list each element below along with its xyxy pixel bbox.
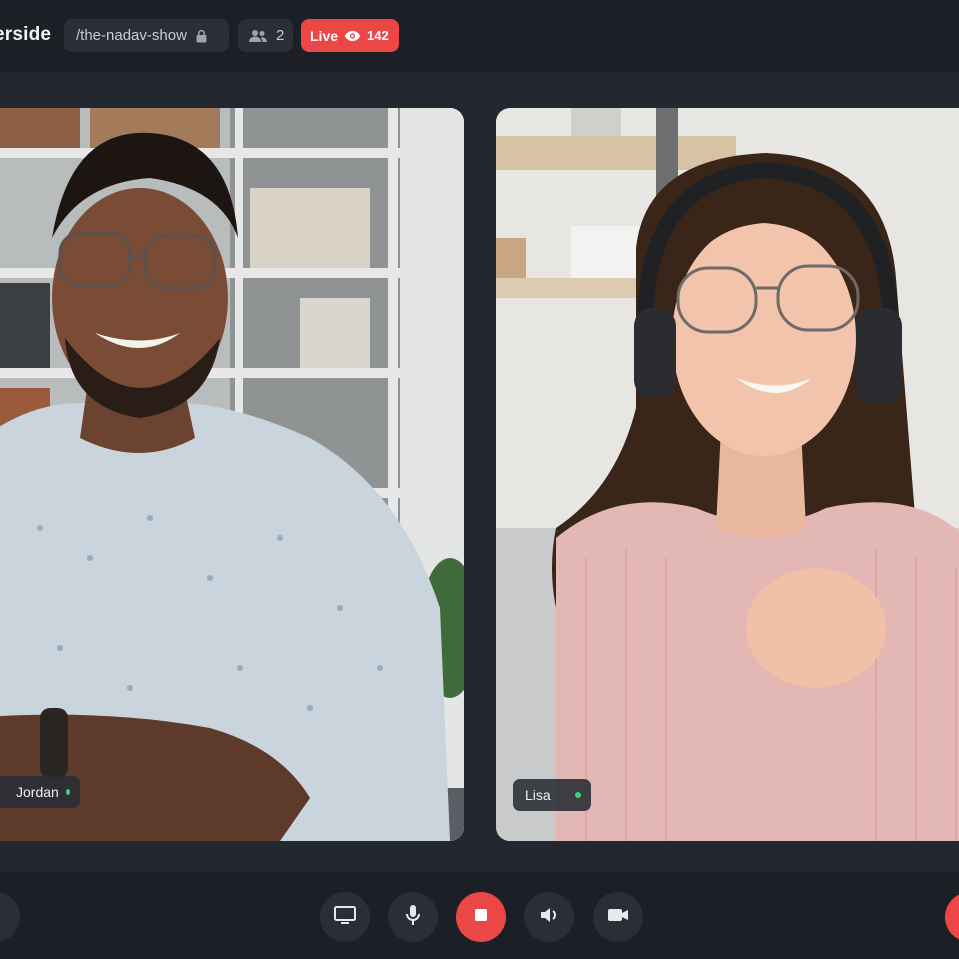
viewers-count: 142 bbox=[367, 28, 389, 43]
people-icon bbox=[248, 29, 268, 43]
live-label: Live bbox=[310, 27, 339, 44]
participant-name: Lisa bbox=[525, 787, 551, 803]
call-control-bar bbox=[0, 872, 959, 959]
participants-count: 2 bbox=[276, 27, 285, 44]
stop-recording-button[interactable] bbox=[456, 892, 506, 942]
brand-title: erside bbox=[0, 24, 52, 45]
speaker-icon bbox=[539, 906, 559, 929]
camera-button[interactable] bbox=[593, 892, 643, 942]
top-bar: erside /the-nadav-show 2 Live 142 bbox=[0, 0, 959, 72]
participant-name: Jordan bbox=[16, 784, 59, 800]
online-indicator-icon bbox=[575, 792, 581, 798]
room-slug: /the-nadav-show bbox=[76, 27, 187, 44]
camera-icon bbox=[607, 907, 629, 928]
microphone-icon bbox=[405, 904, 421, 931]
video-tile-lisa[interactable]: Lisa bbox=[496, 108, 959, 841]
lisa-video-feed bbox=[496, 108, 959, 841]
participants-chip[interactable]: 2 bbox=[238, 19, 293, 52]
video-tile-jordan[interactable]: Jordan bbox=[0, 108, 464, 841]
online-indicator-icon bbox=[65, 789, 70, 795]
microphone-button[interactable] bbox=[388, 892, 438, 942]
leave-call-button[interactable] bbox=[945, 892, 959, 942]
screen-share-icon bbox=[333, 905, 357, 930]
screen-share-button[interactable] bbox=[320, 892, 370, 942]
lock-icon bbox=[195, 29, 208, 43]
nametag-lisa: Lisa bbox=[513, 779, 591, 811]
more-options-button[interactable] bbox=[0, 892, 20, 942]
jordan-video-feed bbox=[0, 108, 464, 841]
stop-icon bbox=[475, 908, 487, 926]
speaker-button[interactable] bbox=[524, 892, 574, 942]
eye-icon bbox=[344, 30, 361, 42]
live-badge: Live 142 bbox=[301, 19, 399, 52]
nametag-jordan: Jordan bbox=[0, 776, 80, 808]
room-slug-chip[interactable]: /the-nadav-show bbox=[64, 19, 229, 52]
